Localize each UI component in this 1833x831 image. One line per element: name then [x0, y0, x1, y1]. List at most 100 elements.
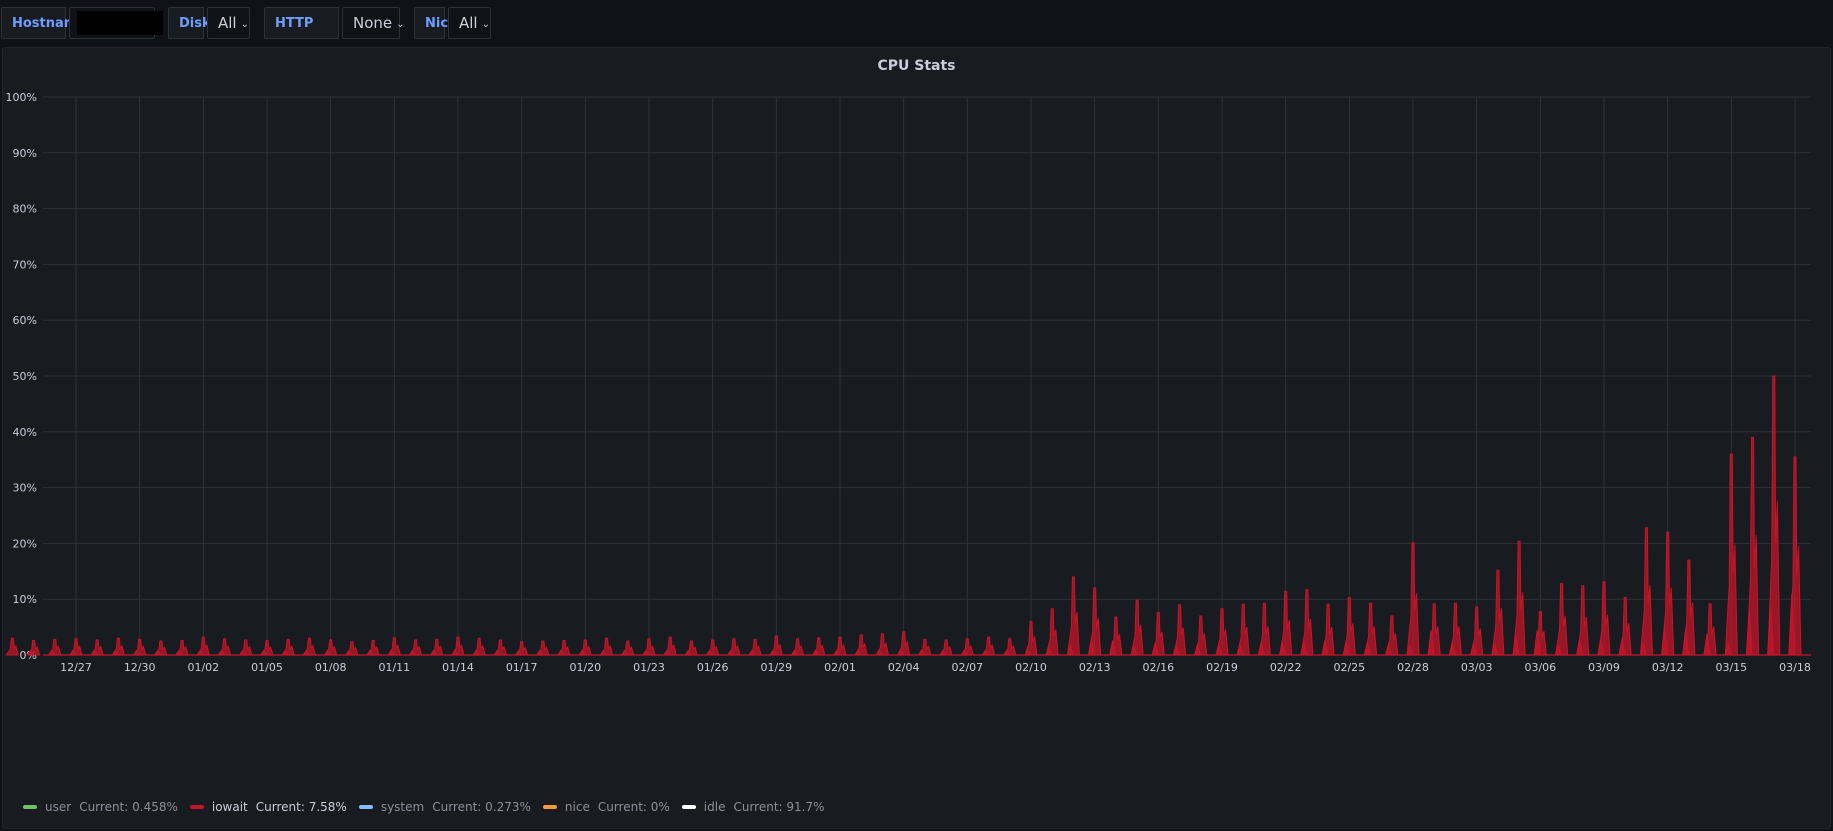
data-spike: [408, 639, 423, 656]
http-check-select[interactable]: None ⌄: [342, 7, 405, 39]
data-spike: [748, 638, 762, 656]
data-spike: [493, 639, 508, 656]
data-spike: [1130, 599, 1144, 656]
nic-value: All: [459, 14, 478, 32]
data-spike: [1172, 604, 1187, 656]
data-spike: [1724, 453, 1738, 656]
data-spike: [1194, 615, 1208, 656]
data-spike: [1024, 621, 1038, 656]
http-check-label: HTTP Check: [264, 7, 339, 63]
data-spike: [1257, 602, 1271, 656]
data-spike: [642, 638, 656, 656]
legend-series-name: iowait: [211, 800, 248, 814]
legend-current-value: Current: 0.273%: [432, 800, 531, 814]
x-tick-label: 03/09: [1588, 661, 1620, 674]
data-spike: [366, 640, 380, 656]
x-tick-label: 01/23: [633, 661, 665, 674]
x-tick-label: 02/22: [1270, 661, 1302, 674]
x-tick-label: 01/02: [187, 661, 219, 674]
disk-value: All: [218, 14, 237, 32]
data-spike: [1682, 559, 1696, 656]
data-spike: [1088, 587, 1102, 656]
data-spike: [281, 638, 295, 656]
http-check-value: None: [353, 14, 393, 32]
x-tick-label: 02/04: [888, 661, 920, 674]
data-spike: [896, 631, 911, 656]
disk-label: Disk: [168, 7, 211, 39]
data-spike: [344, 641, 359, 656]
data-spike: [47, 638, 62, 656]
chevron-down-icon: ⌄: [481, 19, 490, 30]
legend-swatch: [542, 805, 557, 809]
x-tick-label: 01/05: [251, 661, 283, 674]
data-spike: [323, 639, 338, 656]
data-spike: [1066, 576, 1080, 656]
chart-legend: user Current: 0.458% iowait Current: 7.58% s…: [23, 797, 837, 817]
y-tick-label: 50%: [13, 370, 37, 383]
x-tick-label: 03/12: [1652, 661, 1684, 674]
data-spike: [1576, 585, 1590, 656]
nic-select[interactable]: All ⌄: [448, 7, 491, 39]
legend-current-value: Current: 0%: [597, 800, 670, 814]
legend-current-value: Current: 0.458%: [79, 800, 178, 814]
data-spike: [620, 640, 635, 656]
x-tick-label: 01/20: [569, 661, 601, 674]
x-tick-label: 02/13: [1079, 661, 1111, 674]
legend-swatch: [358, 805, 373, 809]
data-spike: [132, 638, 147, 656]
data-spike: [451, 636, 465, 656]
x-tick-label: 01/14: [442, 661, 474, 674]
data-spike: [153, 640, 168, 656]
x-tick-label: 12/30: [124, 661, 156, 674]
cpu-stats-panel: CPU Stats 0%10%20%30%40%50%60%70%80%90%1…: [2, 47, 1831, 829]
data-spike: [960, 638, 974, 656]
legend-item-user[interactable]: user Current: 0.458%: [23, 800, 178, 814]
x-tick-label: 02/28: [1397, 661, 1429, 674]
data-spike: [1533, 611, 1547, 656]
data-spike: [1363, 602, 1378, 656]
legend-item-iowait[interactable]: iowait Current: 7.58%: [189, 800, 347, 814]
data-spike: [1448, 602, 1462, 656]
data-spike: [1236, 603, 1250, 656]
data-spike: [790, 638, 805, 656]
data-spike: [939, 639, 953, 656]
data-spike: [1151, 612, 1165, 656]
data-spike: [1597, 581, 1611, 656]
data-spike: [175, 640, 189, 656]
legend-series-name: nice: [564, 800, 590, 814]
data-spike: [1512, 540, 1526, 656]
data-spike: [1279, 590, 1293, 656]
y-tick-label: 70%: [13, 258, 37, 271]
x-tick-label: 03/18: [1779, 661, 1811, 674]
data-spike: [769, 635, 783, 656]
x-tick-label: 01/08: [315, 661, 347, 674]
data-spike: [1661, 531, 1675, 656]
x-tick-label: 02/25: [1333, 661, 1365, 674]
nic-label: Nic: [414, 7, 448, 39]
data-spike: [684, 640, 699, 656]
data-spike: [302, 637, 317, 656]
legend-series-name: idle: [703, 800, 726, 814]
data-spike: [705, 639, 720, 656]
x-tick-label: 01/26: [697, 661, 729, 674]
legend-swatch: [681, 805, 696, 809]
data-spike: [111, 637, 126, 656]
data-spike: [726, 638, 741, 656]
legend-item-system[interactable]: system Current: 0.273%: [358, 800, 531, 814]
data-spike: [535, 640, 550, 656]
x-tick-label: 02/07: [951, 661, 983, 674]
data-spike: [1746, 436, 1760, 656]
disk-select[interactable]: All ⌄: [207, 7, 250, 39]
data-spike: [875, 633, 890, 656]
data-spike: [1491, 569, 1505, 656]
hostname-select[interactable]: [69, 7, 163, 39]
data-spike: [1321, 603, 1335, 656]
x-tick-label: 01/17: [506, 661, 538, 674]
x-tick-label: 03/06: [1524, 661, 1556, 674]
legend-current-value: Current: 91.7%: [733, 800, 825, 814]
legend-item-nice[interactable]: nice Current: 0%: [542, 800, 670, 814]
legend-item-idle[interactable]: idle Current: 91.7%: [681, 800, 825, 814]
legend-swatch: [189, 805, 204, 809]
x-tick-label: 02/16: [1142, 661, 1174, 674]
legend-series-name: user: [45, 800, 72, 814]
